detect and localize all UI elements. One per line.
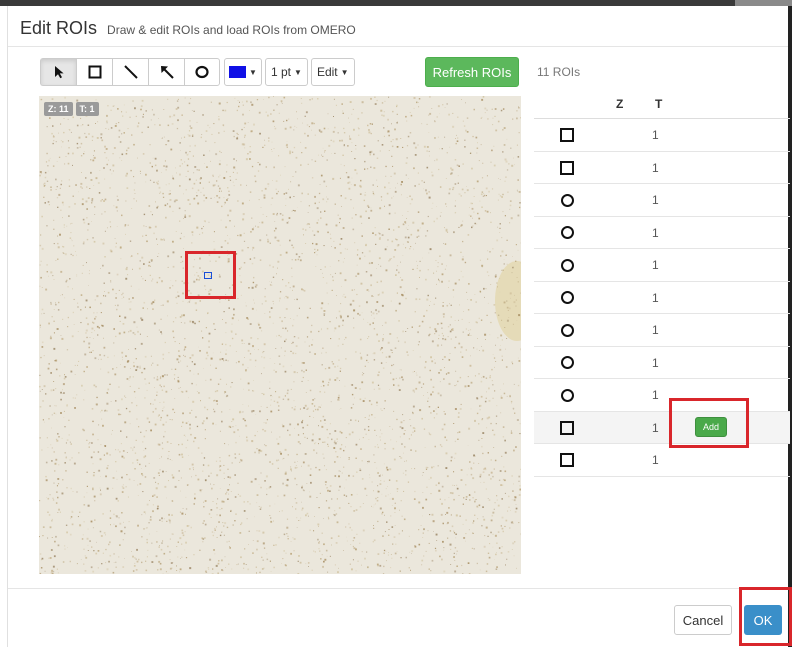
roi-toolbar: ▼ 1 pt ▼ Edit ▼ <box>40 57 355 87</box>
rectangle-shape-icon <box>560 128 574 142</box>
roi-row[interactable]: 1 <box>534 314 790 347</box>
drawing-tools <box>40 58 220 86</box>
edit-label: Edit <box>316 65 338 79</box>
edit-dropdown[interactable]: Edit ▼ <box>310 58 355 86</box>
ellipse-shape-icon <box>560 388 574 402</box>
arrow-tool-button[interactable] <box>148 58 184 86</box>
roi-row[interactable]: 1 <box>534 347 790 379</box>
roi-row[interactable]: 1 <box>534 119 790 152</box>
rectangle-shape-icon <box>560 453 574 467</box>
cancel-button[interactable]: Cancel <box>674 605 732 635</box>
roi-t-value: 1 <box>652 420 659 435</box>
roi-t-value: 1 <box>652 128 659 142</box>
roi-row[interactable]: 1 Add <box>534 411 790 444</box>
refresh-rois-button[interactable]: Refresh ROIs <box>425 57 519 87</box>
color-swatch <box>229 66 247 78</box>
window-top-bar <box>0 0 792 6</box>
roi-t-value: 1 <box>652 193 659 207</box>
rectangle-shape-icon <box>560 420 574 435</box>
header-divider <box>8 46 788 47</box>
footer-divider <box>8 588 788 589</box>
arrow-pointer-icon <box>54 66 64 79</box>
square-icon <box>88 65 101 79</box>
roi-row[interactable]: 1 <box>534 282 790 314</box>
left-edge <box>0 6 8 647</box>
arrow-icon <box>160 66 174 79</box>
t-badge: T: 1 <box>75 102 99 116</box>
line-tool-button[interactable] <box>112 58 148 86</box>
chevron-down-icon: ▼ <box>294 67 302 77</box>
stroke-width-dropdown[interactable]: 1 pt ▼ <box>265 58 308 86</box>
roi-t-value: 1 <box>652 355 659 370</box>
dialog-title: Edit ROIs <box>20 18 98 38</box>
ellipse-shape-icon <box>560 193 574 207</box>
roi-t-value: 1 <box>652 453 659 467</box>
dialog-subtitle: Draw & edit ROIs and load ROIs from OMER… <box>107 23 356 37</box>
circle-icon <box>195 65 209 79</box>
line-icon <box>123 65 138 79</box>
rectangle-tool-button[interactable] <box>76 58 112 86</box>
image-viewer[interactable] <box>39 96 521 574</box>
roi-row[interactable]: 1 <box>534 217 790 249</box>
ellipse-tool-button[interactable] <box>184 58 220 86</box>
dialog-header: Edit ROIs Draw & edit ROIs and load ROIs… <box>20 18 356 44</box>
ellipse-shape-icon <box>560 356 574 370</box>
roi-count: 11 ROIs <box>537 65 581 79</box>
roi-table: Z T 1 1 1 1 1 1 1 1 1 1 Add 1 <box>534 92 790 477</box>
stroke-width-label: 1 pt <box>271 65 292 79</box>
z-badge: Z: 11 <box>44 102 73 116</box>
ellipse-shape-icon <box>560 323 574 337</box>
zt-badges: Z: 11 T: 1 <box>44 102 99 116</box>
roi-t-value: 1 <box>652 388 659 402</box>
roi-t-value: 1 <box>652 258 659 272</box>
tissue-image <box>39 96 521 574</box>
rectangle-shape-icon <box>560 160 574 175</box>
roi-t-value: 1 <box>652 225 659 240</box>
roi-row[interactable]: 1 <box>534 152 790 184</box>
t-column-header: T <box>655 97 663 111</box>
color-picker-button[interactable]: ▼ <box>224 58 262 86</box>
roi-rows: 1 1 1 1 1 1 1 1 1 1 Add 1 <box>534 119 790 477</box>
roi-t-value: 1 <box>652 290 659 305</box>
ellipse-shape-icon <box>560 291 574 305</box>
ellipse-shape-icon <box>560 226 574 240</box>
add-button-highlight <box>669 398 749 448</box>
ok-button-highlight <box>739 587 792 646</box>
chevron-down-icon: ▼ <box>249 67 257 77</box>
image-roi-highlight <box>185 251 236 299</box>
roi-t-value: 1 <box>652 323 659 337</box>
roi-row[interactable]: 1 <box>534 184 790 217</box>
ellipse-shape-icon <box>560 258 574 272</box>
roi-row[interactable]: 1 <box>534 379 790 412</box>
z-column-header: Z <box>616 97 624 111</box>
roi-t-value: 1 <box>652 160 659 175</box>
roi-row[interactable]: 1 <box>534 444 790 477</box>
roi-row[interactable]: 1 <box>534 249 790 282</box>
chevron-down-icon: ▼ <box>340 67 349 77</box>
roi-table-header: Z T <box>534 92 790 119</box>
select-tool-button[interactable] <box>40 58 76 86</box>
